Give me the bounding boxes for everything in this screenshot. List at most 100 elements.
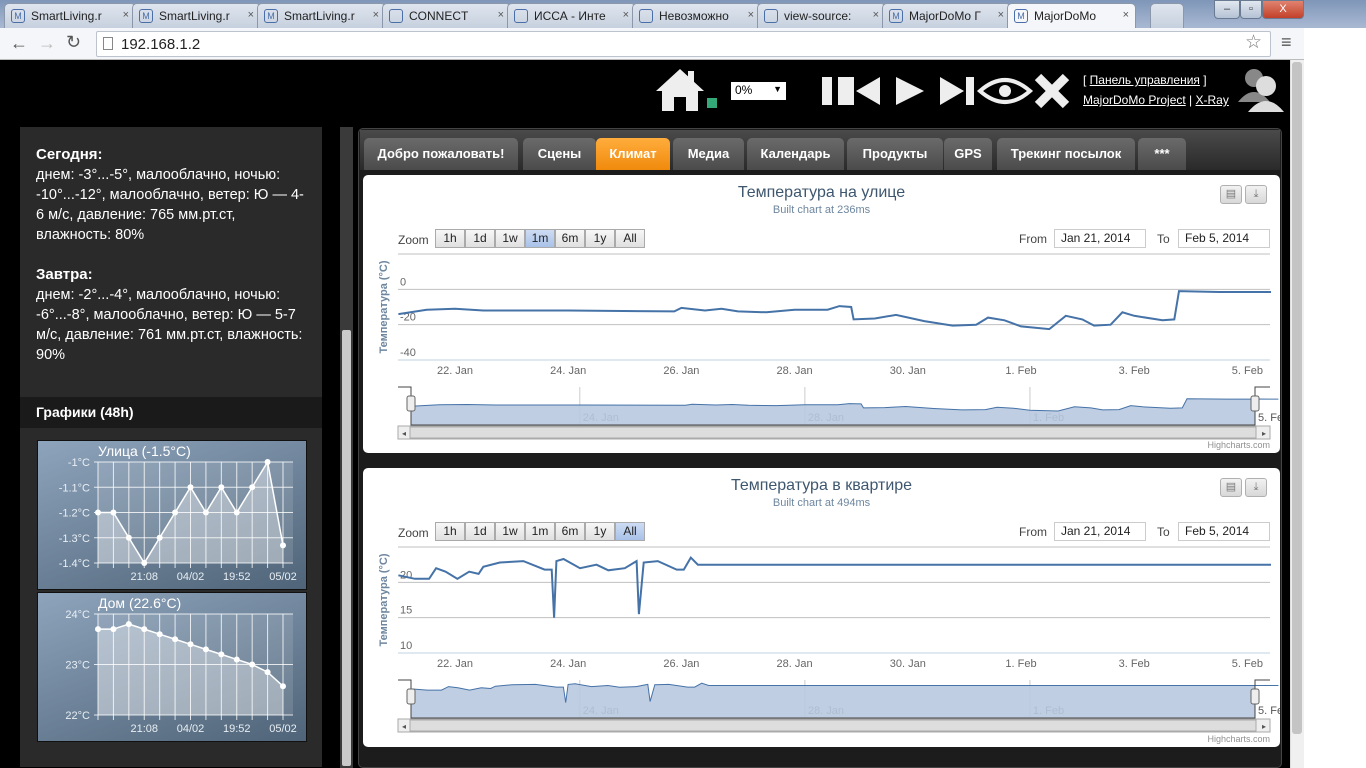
range-button-1m[interactable]: 1m [525, 229, 555, 248]
close-tab-icon[interactable]: × [1123, 9, 1129, 21]
close-tab-icon[interactable]: × [998, 9, 1004, 21]
tab-3[interactable]: Медиа [673, 138, 744, 170]
to-date-input[interactable]: Feb 5, 2014 [1178, 522, 1270, 541]
data-point[interactable] [280, 683, 286, 690]
browser-tab[interactable]: M SmartLiving.r × [4, 3, 136, 28]
range-button-6m[interactable]: 6m [555, 522, 585, 541]
range-button-1m[interactable]: 1m [525, 522, 555, 541]
scroll-left-arrow-icon[interactable]: ◂ [402, 722, 406, 731]
sidebar-scrollbar-thumb[interactable] [342, 330, 351, 766]
scroll-right-arrow-icon[interactable]: ▸ [1262, 722, 1266, 731]
users-icon[interactable] [1236, 66, 1284, 112]
data-point[interactable] [172, 509, 179, 516]
control-panel-link[interactable]: Панель управления [1090, 73, 1200, 87]
volume-select[interactable]: 0% ▼ [731, 82, 786, 100]
scroll-left-arrow-icon[interactable]: ◂ [402, 429, 406, 438]
data-point[interactable] [233, 509, 240, 516]
data-point[interactable] [95, 626, 101, 633]
data-point[interactable] [280, 542, 286, 549]
tab-0[interactable]: Добро пожаловать! [364, 138, 518, 170]
data-point[interactable] [110, 626, 117, 633]
from-date-input[interactable]: Jan 21, 2014 [1054, 229, 1146, 248]
tab-6[interactable]: GPS [944, 138, 992, 170]
play-icon[interactable] [896, 77, 924, 105]
close-tab-icon[interactable]: × [748, 9, 754, 21]
navigator-scrollbar-thumb[interactable] [409, 426, 1257, 439]
data-point[interactable] [202, 646, 209, 653]
new-tab-button[interactable] [1150, 3, 1184, 28]
range-button-1h[interactable]: 1h [435, 229, 465, 248]
data-point[interactable] [264, 459, 271, 465]
data-point[interactable] [156, 534, 163, 541]
home-icon[interactable] [656, 69, 717, 111]
range-button-6m[interactable]: 6m [555, 229, 585, 248]
close-window-button[interactable]: X [1262, 0, 1304, 19]
tab-2[interactable]: Климат [596, 138, 670, 170]
data-point[interactable] [249, 484, 256, 491]
browser-tab[interactable]: M SmartLiving.r × [257, 3, 386, 28]
page-scrollbar-thumb[interactable] [1292, 62, 1302, 734]
data-point[interactable] [187, 641, 194, 648]
data-point[interactable] [264, 669, 271, 676]
navigator-scrollbar[interactable] [397, 425, 1271, 440]
navigator-scrollbar-thumb[interactable] [409, 719, 1257, 732]
browser-tab[interactable]: Невозможно × [632, 3, 761, 28]
close-tab-icon[interactable]: × [248, 9, 254, 21]
url-input[interactable]: 192.168.1.2 [96, 31, 1271, 57]
browser-tab[interactable]: M MajorDoMo × [1007, 3, 1136, 28]
range-button-1d[interactable]: 1d [465, 229, 495, 248]
range-button-1w[interactable]: 1w [495, 522, 525, 541]
data-point[interactable] [218, 484, 225, 491]
download-button[interactable]: ⤓ [1245, 185, 1267, 204]
data-point[interactable] [202, 509, 209, 516]
next-icon[interactable] [940, 77, 974, 105]
tab-7[interactable]: Трекинг посылок [997, 138, 1135, 170]
navigator-left-handle[interactable] [406, 688, 416, 705]
from-date-input[interactable]: Jan 21, 2014 [1054, 522, 1146, 541]
navigator-right-handle[interactable] [1250, 688, 1260, 705]
eye-icon[interactable] [976, 78, 1034, 104]
menu-icon[interactable]: ≡ [1281, 32, 1292, 53]
data-point[interactable] [141, 626, 148, 633]
close-icon[interactable] [1034, 73, 1070, 109]
navigator-right-handle[interactable] [1250, 395, 1260, 412]
data-point[interactable] [95, 509, 101, 516]
back-icon[interactable]: ← [10, 33, 28, 54]
to-date-input[interactable]: Feb 5, 2014 [1178, 229, 1270, 248]
data-point[interactable] [187, 484, 194, 491]
xray-link[interactable]: X-Ray [1196, 93, 1229, 107]
scroll-right-arrow-icon[interactable]: ▸ [1262, 429, 1266, 438]
credits[interactable]: Highcharts.com [1207, 440, 1270, 450]
print-button[interactable]: ▤ [1220, 478, 1242, 497]
range-button-1h[interactable]: 1h [435, 522, 465, 541]
close-tab-icon[interactable]: × [623, 9, 629, 21]
tab-4[interactable]: Календарь [747, 138, 844, 170]
credits[interactable]: Highcharts.com [1207, 734, 1270, 744]
range-button-1d[interactable]: 1d [465, 522, 495, 541]
forward-icon[interactable]: → [38, 33, 56, 54]
data-point[interactable] [218, 651, 225, 658]
data-point[interactable] [125, 534, 132, 541]
browser-tab[interactable]: M MajorDoMo Г × [882, 3, 1011, 28]
browser-tab[interactable]: M SmartLiving.r × [132, 3, 261, 28]
bookmark-star-icon[interactable]: ☆ [1245, 31, 1262, 54]
range-button-1y[interactable]: 1y [585, 522, 615, 541]
navigator-scrollbar[interactable] [397, 718, 1271, 733]
browser-tab[interactable]: CONNECT × [382, 3, 511, 28]
range-button-1w[interactable]: 1w [495, 229, 525, 248]
tab-5[interactable]: Продукты [847, 138, 943, 170]
download-button[interactable]: ⤓ [1245, 478, 1267, 497]
data-point[interactable] [249, 661, 256, 668]
tab-1[interactable]: Сцены [523, 138, 596, 170]
data-point[interactable] [233, 656, 240, 663]
pause-icon[interactable] [822, 77, 848, 105]
data-point[interactable] [125, 621, 132, 628]
browser-tab[interactable]: ИССА - Инте × [507, 3, 636, 28]
previous-icon[interactable] [846, 77, 880, 105]
data-point[interactable] [141, 560, 148, 566]
reload-icon[interactable]: ↻ [66, 32, 81, 53]
maximize-button[interactable]: ▫ [1240, 0, 1262, 19]
navigator-left-handle[interactable] [406, 395, 416, 412]
minimize-button[interactable]: – [1214, 0, 1240, 19]
majordomo-project-link[interactable]: MajorDoMo Project [1083, 93, 1186, 107]
